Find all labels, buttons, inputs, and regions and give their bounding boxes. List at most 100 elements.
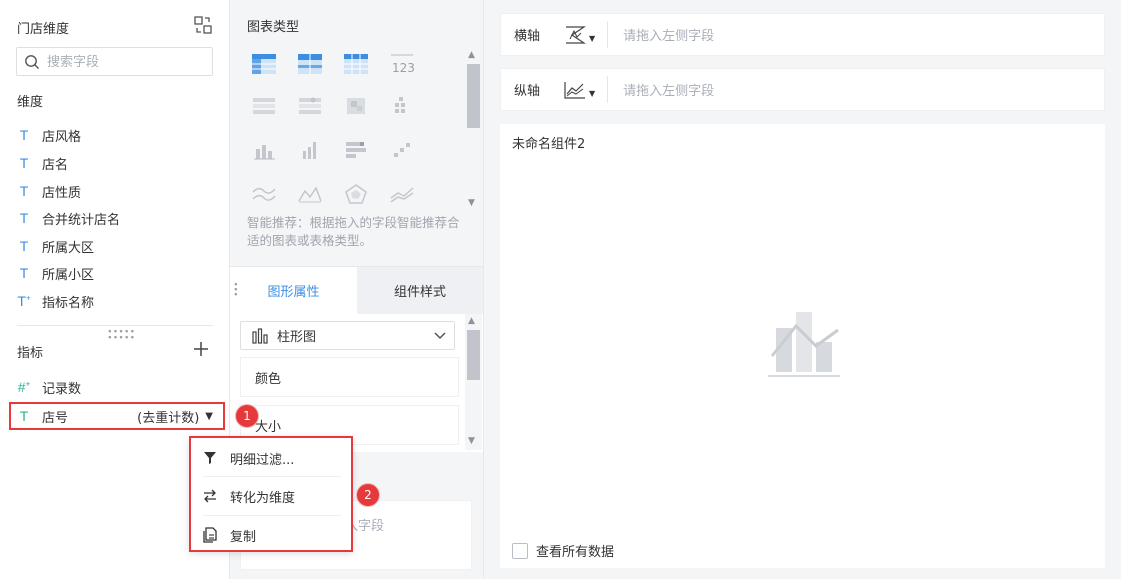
section-divider	[17, 325, 213, 326]
axis-separator	[607, 76, 609, 103]
field-context-menu: 明细过滤... 转化为维度 复制	[189, 436, 353, 552]
properties-scrollbar[interactable]: ▲ ▼	[465, 314, 482, 450]
selected-measure-item[interactable]: T 店号 (去重计数) ▼	[17, 405, 213, 427]
menu-item-detail-filter[interactable]: 明细过滤...	[191, 439, 351, 477]
menu-item-label: 明细过滤...	[230, 452, 295, 468]
scroll-up-icon[interactable]: ▲	[468, 50, 475, 60]
axis-separator	[607, 21, 609, 48]
empty-chart-icon	[766, 306, 842, 384]
field-search[interactable]	[16, 47, 213, 76]
chart-type-heading: 图表类型	[247, 20, 300, 35]
chart-type-scrollbar[interactable]: ▲ ▼	[465, 46, 482, 214]
detail-table-icon[interactable]	[340, 50, 372, 78]
dimension-label: 所属小区	[42, 267, 95, 283]
menu-item-label: 转化为维度	[230, 490, 296, 506]
dimensions-heading: 维度	[17, 95, 44, 110]
measures-heading: 指标	[17, 346, 44, 361]
y-axis-type-icon[interactable]: ▼	[563, 80, 595, 100]
color-property[interactable]: 颜色	[240, 357, 459, 397]
svg-text:123: 123	[392, 61, 415, 75]
convert-icon	[204, 489, 216, 503]
text-type-icon: T	[19, 408, 29, 424]
calculated-text-type-icon: T+	[17, 293, 31, 309]
filter-icon	[204, 452, 216, 464]
scrollbar-thumb[interactable]	[467, 64, 480, 128]
radar-chart-icon[interactable]	[340, 180, 372, 208]
widget-title[interactable]: 未命名组件2	[512, 133, 585, 152]
text-type-icon: T	[19, 127, 29, 143]
x-axis-label: 横轴	[514, 29, 541, 44]
dimension-item[interactable]: T 合并统计店名	[17, 207, 217, 229]
heatmap-icon[interactable]	[340, 92, 372, 120]
stacked-bar-icon[interactable]	[340, 136, 372, 164]
dimension-item[interactable]: T 所属小区	[17, 262, 217, 284]
bubble-table-icon[interactable]	[294, 92, 326, 120]
area-chart-icon[interactable]	[294, 180, 326, 208]
menu-item-copy[interactable]: 复制	[191, 516, 351, 554]
dimension-item[interactable]: T 店风格	[17, 124, 217, 146]
dimension-label: 合并统计店名	[42, 212, 121, 228]
property-label: 颜色	[255, 371, 282, 387]
dimension-item[interactable]: T 店名	[17, 152, 217, 174]
kpi-number-icon[interactable]: 123	[386, 50, 418, 78]
tab-label: 组件样式	[393, 285, 446, 300]
menu-item-convert-to-dimension[interactable]: 转化为维度	[191, 477, 351, 515]
canvas-panel: 横轴 ▼ 请拖入左侧字段 纵轴 ▼ 请拖入左侧字段 未命名组件2 查看所有数据	[484, 0, 1121, 579]
scroll-up-icon[interactable]: ▲	[468, 316, 475, 326]
show-all-checkbox[interactable]	[512, 542, 528, 559]
text-type-icon: T	[19, 183, 29, 199]
chart-widget[interactable]: 未命名组件2 查看所有数据	[500, 124, 1105, 568]
multi-line-icon[interactable]	[386, 180, 418, 208]
dot-matrix-icon[interactable]	[386, 92, 418, 120]
measure-label: 记录数	[42, 381, 82, 397]
x-axis-type-icon[interactable]: ▼	[563, 25, 595, 45]
measure-label: 店号	[42, 410, 69, 426]
dimension-item[interactable]: T 所属大区	[17, 235, 217, 257]
property-tabs: ∙ ∙ ∙ 图形属性 组件样式	[230, 266, 483, 314]
property-label: 大小	[255, 419, 282, 435]
scrollbar-thumb[interactable]	[467, 330, 480, 380]
x-axis-row[interactable]: 横轴 ▼ 请拖入左侧字段	[500, 13, 1105, 56]
tab-graph-properties[interactable]: ∙ ∙ ∙ 图形属性	[230, 267, 357, 314]
chevron-down-icon	[434, 332, 446, 340]
aggregation-label: (去重计数)	[137, 410, 200, 426]
step-badge-2: 2	[357, 484, 379, 506]
scatter-step-icon[interactable]	[386, 136, 418, 164]
menu-item-label: 复制	[230, 529, 257, 545]
chart-type-grid: 123	[248, 50, 462, 218]
dimension-label: 店名	[42, 157, 69, 173]
text-type-icon: T	[19, 238, 29, 254]
switch-dataset-icon[interactable]	[193, 15, 213, 35]
x-axis-drop-placeholder: 请拖入左侧字段	[623, 29, 715, 44]
copy-icon	[203, 527, 217, 543]
column-chart-icon[interactable]	[294, 136, 326, 164]
show-all-data-toggle[interactable]: 查看所有数据	[512, 541, 614, 560]
dimension-label: 店性质	[42, 185, 82, 201]
resize-handle[interactable]: ∙∙∙∙∙ ∙∙∙∙∙	[107, 328, 135, 343]
y-axis-row[interactable]: 纵轴 ▼ 请拖入左侧字段	[500, 68, 1105, 111]
drag-handle-icon[interactable]: ∙ ∙ ∙	[233, 281, 239, 300]
line-chart-icon[interactable]	[248, 180, 280, 208]
text-type-icon: T	[19, 265, 29, 281]
dropdown-caret-icon[interactable]: ▼	[205, 411, 213, 422]
text-type-icon: T	[19, 155, 29, 171]
show-all-label: 查看所有数据	[536, 545, 615, 560]
tab-component-style[interactable]: 组件样式	[357, 267, 483, 314]
smart-recommend-hint: 智能推荐：根据拖入的字段智能推荐合适的图表或表格类型。	[247, 215, 460, 248]
dimension-item[interactable]: T 店性质	[17, 180, 217, 202]
scroll-down-icon[interactable]: ▼	[468, 198, 475, 208]
table-chart-icon[interactable]	[248, 50, 280, 78]
chart-select-label: 柱形图	[277, 330, 317, 345]
dimension-label: 店风格	[42, 129, 82, 145]
measure-item[interactable]: #+ 记录数	[17, 376, 217, 398]
plus-icon[interactable]	[193, 341, 209, 357]
tab-label: 图形属性	[267, 285, 320, 300]
text-type-icon: T	[19, 210, 29, 226]
chart-type-select[interactable]: 柱形图	[240, 321, 455, 350]
heatmap-table-icon[interactable]	[248, 92, 280, 120]
grouped-table-icon[interactable]	[294, 50, 326, 78]
scroll-down-icon[interactable]: ▼	[468, 436, 475, 446]
search-input[interactable]	[47, 52, 207, 72]
bar-chart-icon[interactable]	[248, 136, 280, 164]
dimension-item[interactable]: T+ 指标名称	[17, 290, 217, 312]
